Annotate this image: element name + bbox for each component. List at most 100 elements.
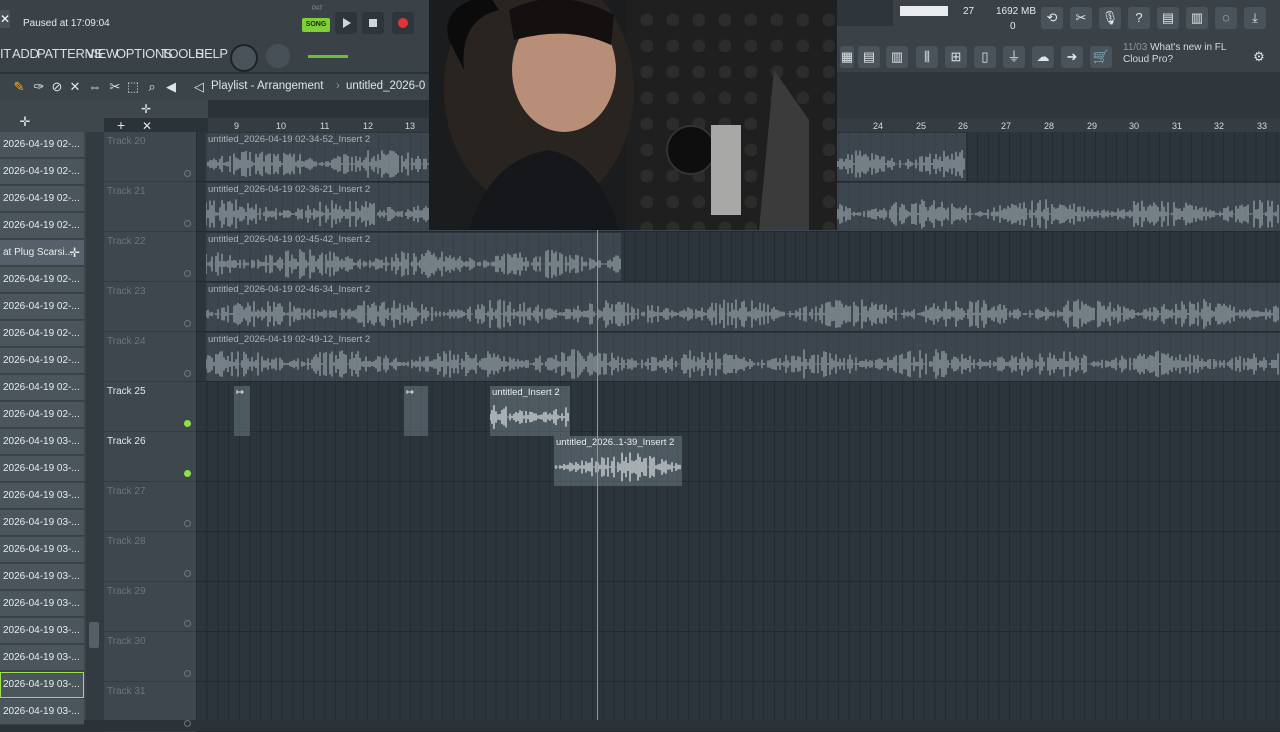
browser-item[interactable]: 2026-04-19 03-... bbox=[0, 564, 84, 590]
browser-item[interactable]: 2026-04-19 02-... bbox=[0, 321, 84, 347]
track-mute-led[interactable] bbox=[184, 570, 191, 577]
playlist-icon[interactable]: ▦ bbox=[840, 46, 854, 68]
stop-button[interactable] bbox=[362, 12, 384, 34]
arrow-left-icon[interactable]: ◁ bbox=[188, 76, 210, 98]
track-lane[interactable] bbox=[196, 682, 1280, 732]
track-mute-led[interactable] bbox=[184, 520, 191, 527]
scrollbar-thumb[interactable] bbox=[89, 622, 99, 648]
track-mute-led[interactable] bbox=[184, 670, 191, 677]
track-mute-led[interactable] bbox=[184, 320, 191, 327]
track-lane[interactable] bbox=[196, 432, 1280, 482]
help-icon[interactable]: ? bbox=[1128, 7, 1150, 29]
tempo-slider[interactable] bbox=[308, 55, 348, 58]
master-volume-knob[interactable] bbox=[230, 44, 258, 72]
close-icon[interactable]: ✕ bbox=[0, 10, 10, 28]
mic-icon[interactable]: 🎙 bbox=[1099, 7, 1121, 29]
mixer-icon[interactable]: ⫼ bbox=[916, 46, 938, 68]
menu-view[interactable]: VIEW bbox=[86, 46, 118, 61]
track-header[interactable]: Track 26 bbox=[104, 432, 196, 482]
track-mute-led[interactable] bbox=[184, 220, 191, 227]
track-header[interactable]: Track 23 bbox=[104, 282, 196, 332]
track-header[interactable]: Track 31 bbox=[104, 682, 196, 732]
track-header[interactable]: Track 29 bbox=[104, 582, 196, 632]
slip-icon[interactable]: ⇔ bbox=[84, 76, 106, 98]
browser-item[interactable]: 2026-04-19 03-... bbox=[0, 429, 84, 455]
browser-item[interactable]: 2026-04-19 02-... bbox=[0, 186, 84, 212]
track-lane[interactable] bbox=[196, 382, 1280, 432]
record-button[interactable] bbox=[392, 12, 414, 34]
channel-rack-icon[interactable]: ▤ bbox=[858, 46, 880, 68]
track-lane[interactable] bbox=[196, 582, 1280, 632]
browser-item[interactable]: 2026-04-19 02-... bbox=[0, 375, 84, 401]
track-header[interactable]: Track 30 bbox=[104, 632, 196, 682]
store-icon[interactable]: 🛒 bbox=[1090, 46, 1112, 68]
audio-clip[interactable]: ↦ bbox=[404, 386, 428, 436]
browser-expand-icon[interactable]: ✛ bbox=[14, 111, 36, 133]
browser-item[interactable]: 2026-04-19 02-... bbox=[0, 159, 84, 185]
pattern-name[interactable]: untitled_2026-0 bbox=[346, 80, 425, 92]
browser-item[interactable]: 2026-04-19 02-... bbox=[0, 294, 84, 320]
browser-item[interactable]: 2026-04-19 02-... bbox=[0, 213, 84, 239]
settings-icon[interactable]: ⚙ bbox=[1248, 46, 1270, 68]
play-button[interactable] bbox=[335, 12, 357, 34]
time-display[interactable] bbox=[837, 0, 893, 26]
browser-item[interactable]: 2026-04-19 03-... bbox=[0, 699, 84, 725]
track-header[interactable]: Track 28 bbox=[104, 532, 196, 582]
browser-item[interactable]: 2026-04-19 03-... bbox=[0, 645, 84, 671]
chat-icon[interactable]: ◌ bbox=[1215, 7, 1237, 29]
track-mute-led[interactable] bbox=[184, 620, 191, 627]
audio-clip[interactable]: untitled_2026-04-19 02-45-42_Insert 2 bbox=[206, 233, 621, 281]
browser-item[interactable]: 2026-04-19 02-... bbox=[0, 267, 84, 293]
browser-item[interactable]: 2026-04-19 03-... bbox=[0, 618, 84, 644]
browser-item[interactable]: 2026-04-19 03-... bbox=[0, 510, 84, 536]
drag-icon[interactable]: ✛ bbox=[69, 240, 80, 265]
browser-item[interactable]: 2026-04-19 03-... bbox=[0, 591, 84, 617]
track-mute-led[interactable] bbox=[184, 470, 191, 477]
audio-clip[interactable]: untitled_Insert 2 bbox=[490, 386, 570, 436]
cut-icon[interactable]: ✂ bbox=[1070, 7, 1092, 29]
browser-item[interactable]: 2026-04-19 03-... bbox=[0, 672, 84, 698]
track-mute-led[interactable] bbox=[184, 720, 191, 727]
track-mute-led[interactable] bbox=[184, 170, 191, 177]
browser-item[interactable]: 2026-04-19 03-... bbox=[0, 456, 84, 482]
pencil-icon[interactable]: ✎ bbox=[8, 76, 30, 98]
song-mode-button[interactable]: SONG bbox=[302, 18, 330, 32]
browser-item[interactable]: 2026-04-19 03-... bbox=[0, 483, 84, 509]
file-icon[interactable]: ▯ bbox=[974, 46, 996, 68]
track-mute-led[interactable] bbox=[184, 270, 191, 277]
track-lane[interactable] bbox=[196, 632, 1280, 682]
track-mute-led[interactable] bbox=[184, 420, 191, 427]
menu-help[interactable]: HELP bbox=[195, 46, 228, 61]
speaker-icon[interactable]: ◀ bbox=[160, 76, 182, 98]
browser-item[interactable]: 2026-04-19 02-... bbox=[0, 348, 84, 374]
audio-clip[interactable]: ↦ bbox=[234, 386, 250, 436]
audio-clip[interactable]: untitled_2026..1-39_Insert 2 bbox=[554, 436, 682, 486]
browser-item[interactable]: at Plug Scarsi... ✛ bbox=[0, 240, 84, 266]
news-panel[interactable]: 11/03 What's new in FL Cloud Pro? bbox=[1123, 42, 1226, 66]
track-header[interactable]: Track 27 bbox=[104, 482, 196, 532]
menu-edit[interactable]: IT bbox=[0, 46, 11, 61]
menu-add[interactable]: ADD bbox=[12, 46, 39, 61]
track-mute-led[interactable] bbox=[184, 370, 191, 377]
audio-clip[interactable]: untitled_2026-04-19 02-49-12_Insert 2 bbox=[206, 333, 1280, 381]
download-icon[interactable]: ⤓ bbox=[1244, 7, 1266, 29]
track-header[interactable]: Track 22 bbox=[104, 232, 196, 282]
browser-item[interactable]: 2026-04-19 02-... bbox=[0, 402, 84, 428]
browser-icon[interactable]: ⊞ bbox=[945, 46, 967, 68]
track-lane[interactable] bbox=[196, 532, 1280, 582]
browser-item[interactable]: 2026-04-19 02-... bbox=[0, 132, 84, 158]
undo-icon[interactable]: ⟲ bbox=[1041, 7, 1063, 29]
master-pitch-knob[interactable] bbox=[266, 44, 290, 68]
browser-scrollbar[interactable] bbox=[86, 132, 104, 720]
mute-icon[interactable]: ✕ bbox=[64, 76, 86, 98]
track-header[interactable]: Track 20 bbox=[104, 132, 196, 182]
arrow-icon[interactable]: ➜ bbox=[1061, 46, 1083, 68]
track-header[interactable]: Track 24 bbox=[104, 332, 196, 382]
render-icon[interactable]: ▥ bbox=[1186, 7, 1208, 29]
plugin-icon[interactable]: ⏚ bbox=[1003, 46, 1025, 68]
browser-item[interactable]: 2026-04-19 03-... bbox=[0, 537, 84, 563]
track-header[interactable]: Track 21 bbox=[104, 182, 196, 232]
cloud-icon[interactable]: ☁ bbox=[1032, 46, 1054, 68]
audio-clip[interactable]: untitled_2026-04-19 02-46-34_Insert 2 bbox=[206, 283, 1280, 331]
save-icon[interactable]: ▤ bbox=[1157, 7, 1179, 29]
